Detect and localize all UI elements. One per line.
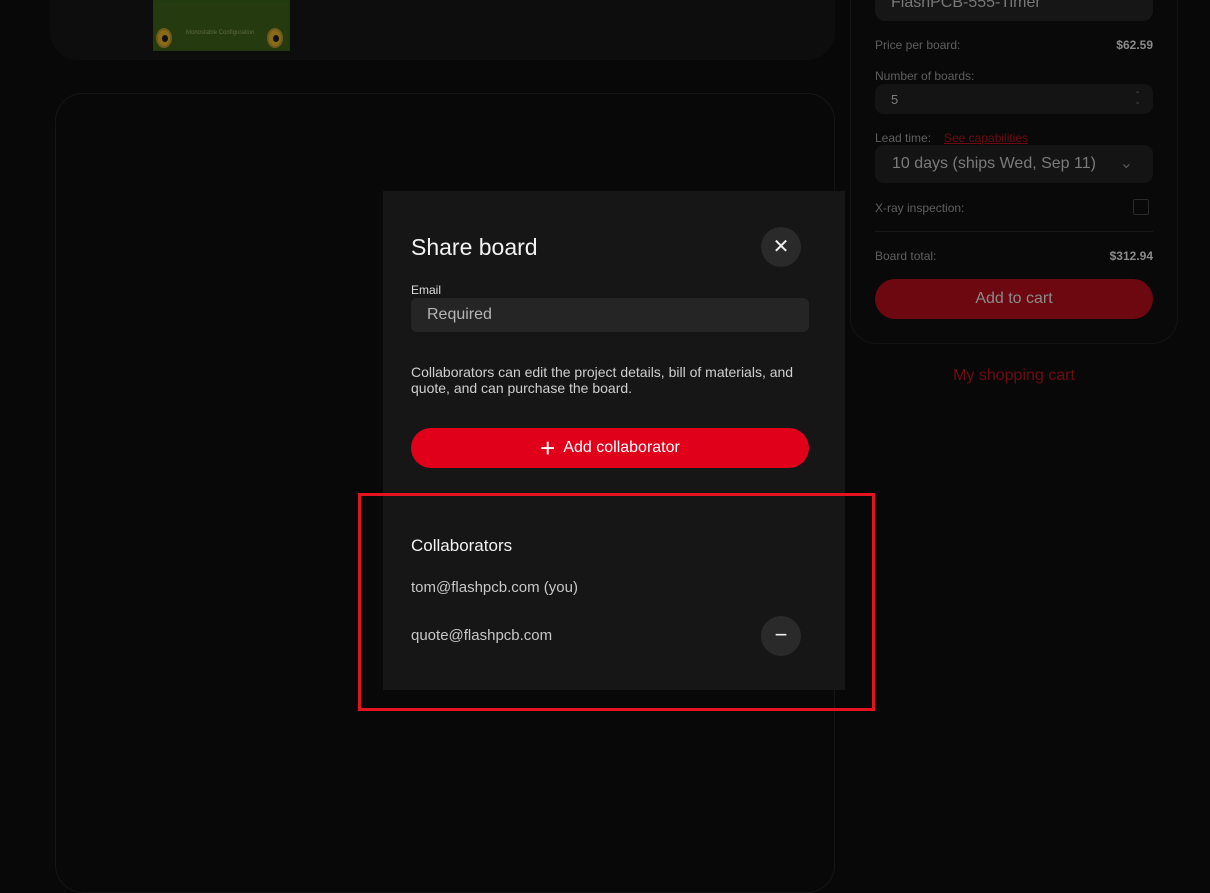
project-name-field[interactable]: FlashPCB-555-Timer xyxy=(875,0,1153,21)
pcb-label: Monostable Configuration xyxy=(186,30,255,36)
add-collaborator-label: Add collaborator xyxy=(563,439,680,456)
pcb-image: Monostable Configuration xyxy=(153,0,290,51)
project-name-value: FlashPCB-555-Timer xyxy=(891,0,1041,11)
close-button[interactable]: ✕ xyxy=(761,227,801,267)
see-capabilities-link[interactable]: See capabilities xyxy=(944,131,1028,145)
email-input[interactable] xyxy=(411,298,809,332)
num-boards-value: 5 xyxy=(891,92,899,107)
lead-time-value: 10 days (ships Wed, Sep 11) xyxy=(892,155,1096,172)
shopping-cart-link[interactable]: My shopping cart xyxy=(875,367,1153,385)
email-label: Email xyxy=(411,283,442,297)
divider xyxy=(875,231,1153,232)
plus-icon: + xyxy=(540,433,556,463)
highlight-box xyxy=(358,493,875,711)
mounting-hole xyxy=(156,28,172,48)
board-total-value: $312.94 xyxy=(1109,249,1153,263)
price-per-board-label: Price per board: xyxy=(875,38,961,52)
lead-time-select[interactable]: 10 days (ships Wed, Sep 11) ⌄ xyxy=(875,145,1153,183)
collaborators-description: Collaborators can edit the project detai… xyxy=(411,364,794,396)
price-per-board-value: $62.59 xyxy=(1116,38,1153,52)
add-to-cart-button[interactable]: Add to cart xyxy=(875,279,1153,319)
xray-label: X-ray inspection: xyxy=(875,201,965,215)
mounting-hole xyxy=(267,28,283,48)
stepper-arrows-icon[interactable]: ⌃ ⌄ xyxy=(1134,91,1141,106)
add-collaborator-button[interactable]: + Add collaborator xyxy=(411,428,809,468)
board-total-label: Board total: xyxy=(875,249,937,263)
xray-checkbox[interactable] xyxy=(1133,199,1149,215)
modal-title: Share board xyxy=(411,234,538,260)
num-boards-label: Number of boards: xyxy=(875,69,975,83)
chevron-down-icon: ⌄ xyxy=(1119,155,1133,172)
num-boards-stepper[interactable]: 5 ⌃ ⌄ xyxy=(875,84,1153,114)
close-icon: ✕ xyxy=(772,236,790,258)
lead-time-label: Lead time: xyxy=(875,131,932,145)
